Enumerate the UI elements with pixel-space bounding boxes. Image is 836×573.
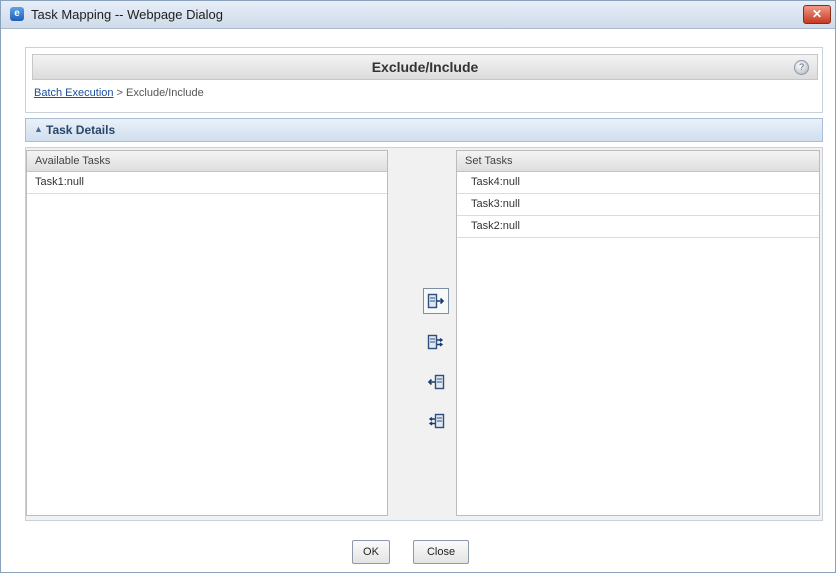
breadcrumb-link-batch-execution[interactable]: Batch Execution bbox=[34, 87, 114, 99]
move-all-left-icon bbox=[428, 413, 445, 429]
help-icon[interactable]: ? bbox=[794, 60, 809, 75]
available-tasks-list[interactable]: Available Tasks Task1:null bbox=[26, 150, 388, 516]
list-item[interactable]: Task3:null bbox=[457, 194, 819, 216]
page-title: Exclude/Include bbox=[371, 59, 479, 75]
list-item[interactable]: Task2:null bbox=[457, 216, 819, 238]
title-bar: e Task Mapping -- Webpage Dialog ✕ bbox=[1, 1, 835, 29]
move-all-right-button[interactable] bbox=[423, 329, 449, 355]
move-selected-left-icon bbox=[427, 374, 445, 390]
move-all-right-icon bbox=[427, 334, 444, 350]
breadcrumb-current: Exclude/Include bbox=[126, 87, 204, 99]
dialog-content: Exclude/Include ? Batch Execution > Excl… bbox=[1, 29, 835, 572]
list-item[interactable]: Task4:null bbox=[457, 172, 819, 194]
breadcrumb-separator: > bbox=[113, 87, 127, 99]
available-tasks-header: Available Tasks bbox=[27, 151, 387, 172]
move-selected-right-button[interactable] bbox=[423, 288, 449, 314]
list-item[interactable]: Task1:null bbox=[27, 172, 387, 194]
dialog-window: e Task Mapping -- Webpage Dialog ✕ Exclu… bbox=[0, 0, 836, 573]
window-close-button[interactable]: ✕ bbox=[803, 5, 831, 24]
close-button[interactable]: Close bbox=[413, 540, 469, 564]
breadcrumb: Batch Execution > Exclude/Include bbox=[34, 87, 204, 99]
set-tasks-list[interactable]: Set Tasks Task4:null Task3:null Task2:nu… bbox=[456, 150, 820, 516]
task-details-bar[interactable]: ▲ Task Details bbox=[25, 118, 823, 142]
move-selected-left-button[interactable] bbox=[423, 369, 449, 395]
task-mapping-panel: Available Tasks Task1:null Set Tasks Tas… bbox=[25, 147, 823, 521]
set-tasks-header: Set Tasks bbox=[457, 151, 819, 172]
move-all-left-button[interactable] bbox=[423, 408, 449, 434]
header-panel: Exclude/Include ? Batch Execution > Excl… bbox=[25, 47, 823, 113]
ok-button[interactable]: OK bbox=[352, 540, 390, 564]
move-selected-right-icon bbox=[427, 293, 445, 309]
window-title: Task Mapping -- Webpage Dialog bbox=[31, 7, 223, 22]
collapse-icon[interactable]: ▲ bbox=[34, 124, 43, 134]
task-details-title: Task Details bbox=[46, 123, 116, 137]
browser-icon: e bbox=[10, 7, 24, 21]
header-bar: Exclude/Include ? bbox=[32, 54, 818, 80]
